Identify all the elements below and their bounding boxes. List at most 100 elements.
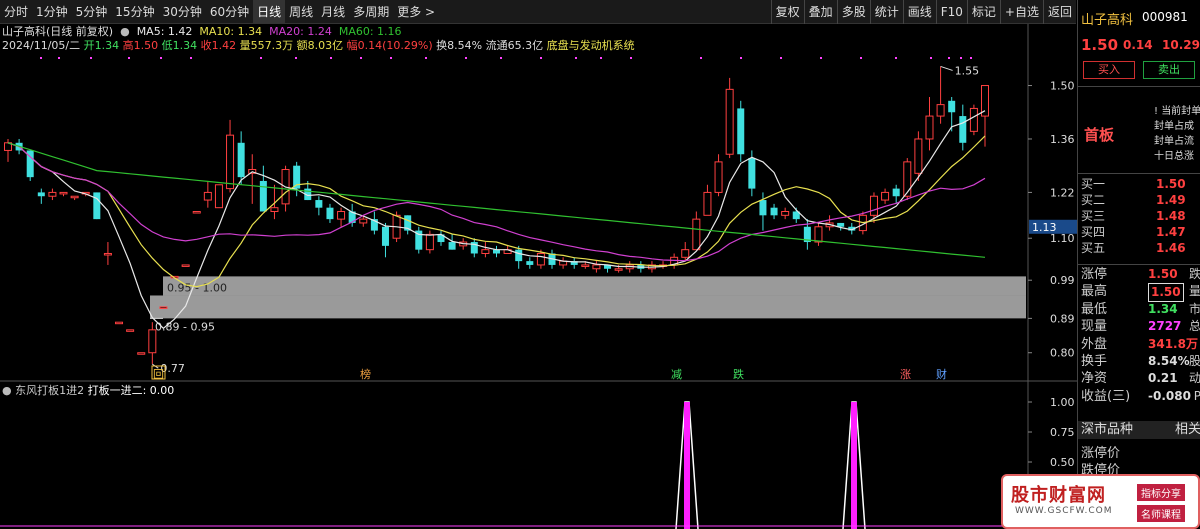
candle-body[interactable]	[759, 200, 767, 216]
signal-dot	[960, 57, 962, 59]
bar-amount: 额8.03亿	[296, 39, 344, 52]
candle-body[interactable]	[814, 226, 823, 243]
candle-body[interactable]	[681, 249, 690, 258]
candle-body[interactable]	[425, 233, 434, 251]
signal-dot	[360, 57, 362, 59]
candle-body[interactable]	[526, 261, 534, 265]
candle-body[interactable]	[748, 158, 756, 189]
order-book: 买一 1.50 买二 1.49 买三 1.48 买四 1.47 买五 1.46	[1078, 176, 1200, 256]
gear-icon[interactable]: ●	[2, 384, 12, 397]
candle-body[interactable]	[914, 138, 923, 174]
candle-body[interactable]	[237, 142, 245, 178]
candle-body[interactable]	[359, 218, 368, 224]
kline-chart[interactable]: 1.50 1.36 1.22 1.10 0.99 0.89 0.80 1.13 0.95 - 1…	[0, 0, 1077, 529]
signal-dot	[58, 57, 60, 59]
stat-label: 最低	[1081, 301, 1108, 317]
market-related[interactable]: 相关	[1175, 421, 1200, 439]
candle-body[interactable]	[48, 191, 57, 197]
price-axis-label: 1.50	[1050, 80, 1075, 93]
candle-body[interactable]	[270, 207, 279, 212]
candle-body[interactable]	[226, 134, 235, 190]
candle-body[interactable]	[969, 107, 978, 132]
current-price: 1.50	[1081, 36, 1119, 54]
stat-label: 涨停	[1081, 267, 1108, 282]
candle-body[interactable]	[326, 207, 334, 220]
candle-body[interactable]	[192, 211, 201, 214]
panel-header: 山子高科 000981	[1078, 0, 1200, 36]
limit-board-line: 封单占成	[1154, 121, 1194, 132]
candle-body[interactable]	[892, 188, 900, 197]
candle-body[interactable]	[59, 191, 68, 195]
order-level-price: 1.48	[1156, 209, 1186, 223]
candle-body[interactable]	[725, 88, 734, 155]
candle-body[interactable]	[214, 184, 223, 209]
candle-body[interactable]	[948, 100, 956, 113]
buy-button[interactable]: 买入	[1083, 61, 1135, 79]
candle-body[interactable]	[137, 352, 146, 355]
candle-body[interactable]	[515, 249, 523, 262]
order-level-price: 1.47	[1156, 225, 1186, 239]
candle-body[interactable]	[126, 329, 135, 332]
event-marker[interactable]: 财	[936, 367, 947, 381]
candle-body[interactable]	[481, 249, 490, 254]
candle-body[interactable]	[259, 180, 267, 212]
stat-row: 收益(三) -0.080P	[1078, 388, 1200, 405]
current-price-marker-label: 1.13	[1032, 221, 1057, 234]
sell-button[interactable]: 卖出	[1143, 61, 1195, 79]
signal-dot	[40, 57, 42, 59]
signal-dot	[700, 57, 702, 59]
candle-body[interactable]	[315, 200, 323, 208]
market-section-header[interactable]: 深市品种 相关	[1078, 421, 1200, 439]
candle-body[interactable]	[781, 211, 790, 216]
candle-body[interactable]	[714, 161, 723, 193]
candle-body[interactable]	[881, 191, 890, 201]
candle-body[interactable]	[869, 195, 878, 216]
candle-body[interactable]	[925, 115, 934, 140]
event-marker[interactable]: 减	[671, 368, 682, 381]
event-marker[interactable]: 涨	[900, 368, 911, 381]
stat-row: 最低 1.34 市	[1078, 301, 1200, 318]
candle-body[interactable]	[103, 252, 112, 256]
event-marker[interactable]: 回	[153, 368, 164, 381]
candle-body[interactable]	[159, 306, 168, 309]
candle-body[interactable]	[181, 264, 190, 267]
watermark-tag-indicators: 指标分享	[1137, 484, 1185, 501]
candle-body[interactable]	[936, 104, 945, 117]
candle-body[interactable]	[148, 329, 157, 354]
candle-body[interactable]	[203, 191, 212, 201]
order-level-price: 1.49	[1156, 193, 1186, 207]
candle-body[interactable]	[837, 222, 845, 227]
event-marker[interactable]: 跌	[733, 367, 744, 381]
signal-dot	[90, 57, 92, 59]
candle-body[interactable]	[37, 192, 45, 197]
candle-body[interactable]	[703, 191, 712, 216]
signal-dot	[465, 57, 467, 59]
limit-board-line: ! 当前封单	[1154, 106, 1200, 117]
candle-body[interactable]	[70, 195, 79, 199]
candle-body[interactable]	[903, 161, 912, 197]
candle-body[interactable]	[737, 108, 745, 155]
stock-name: 山子高科	[1081, 13, 1134, 28]
candle-body[interactable]	[770, 207, 778, 216]
candle-body[interactable]	[448, 242, 456, 250]
signal-dot	[820, 57, 822, 59]
candle-body[interactable]	[93, 192, 101, 220]
candle-body[interactable]	[581, 264, 590, 267]
order-level-price: 1.46	[1156, 241, 1186, 255]
candle-body[interactable]	[381, 226, 389, 246]
market-label: 深市品种	[1081, 422, 1134, 437]
settings-dot-icon[interactable]: ●	[117, 25, 134, 38]
signal-dot	[630, 57, 632, 59]
candle-body[interactable]	[959, 116, 967, 143]
indicator-value: 打板一进二: 0.00	[87, 384, 175, 397]
price-axis-label: 0.89	[1050, 312, 1075, 325]
candle-body[interactable]	[115, 321, 124, 325]
candle-body[interactable]	[692, 218, 701, 251]
indicator-name[interactable]: 东风打板1进2	[15, 384, 84, 397]
candle-body[interactable]	[536, 252, 545, 266]
candle-body[interactable]	[337, 211, 346, 220]
chart-title: 山子高科(日线 前复权)	[2, 25, 114, 38]
event-marker[interactable]: 榜	[360, 367, 371, 381]
candle-body[interactable]	[614, 268, 623, 271]
candle-body[interactable]	[592, 264, 601, 270]
